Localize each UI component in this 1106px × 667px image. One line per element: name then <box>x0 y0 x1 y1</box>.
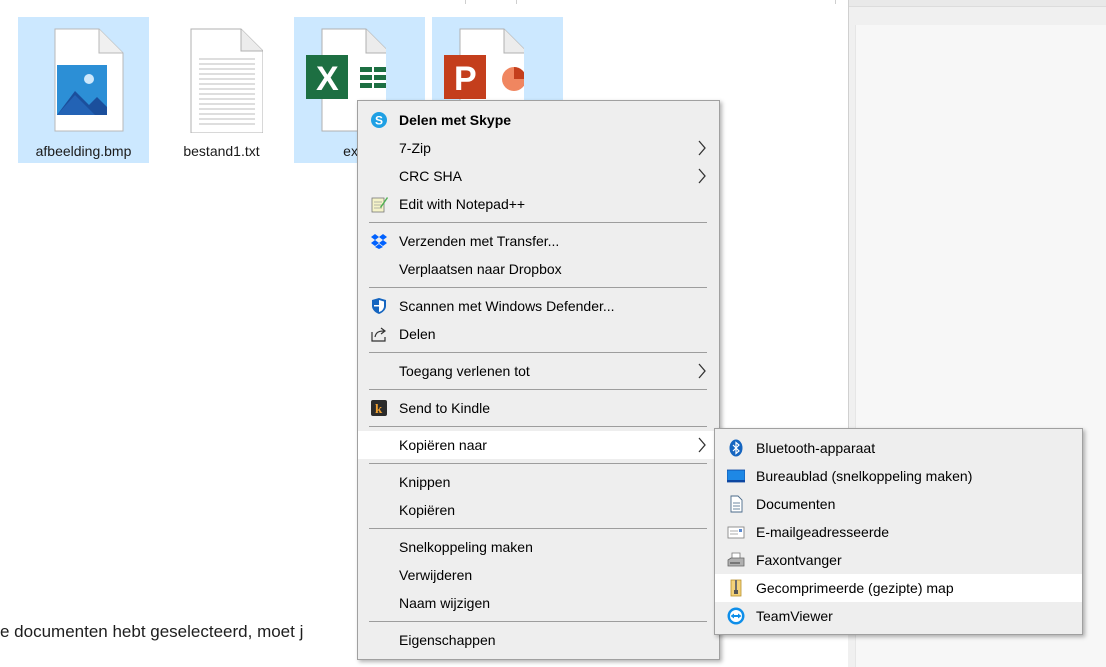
submenu-item-documents[interactable]: Documenten <box>715 490 1082 518</box>
menu-item-label: Kopiëren <box>399 502 456 518</box>
text-file-icon <box>190 28 263 133</box>
menu-item-crc-sha[interactable]: CRC SHA <box>358 162 719 190</box>
notepad-icon <box>371 197 388 213</box>
menu-item-label: Verplaatsen naar Dropbox <box>399 261 562 277</box>
menu-item-copy-to[interactable]: Kopiëren naar <box>358 431 719 459</box>
bluetooth-icon <box>729 439 743 457</box>
menu-item-copy[interactable]: Kopiëren <box>358 496 719 524</box>
column-divider <box>835 0 836 4</box>
menu-item-create-shortcut[interactable]: Snelkoppeling maken <box>358 533 719 561</box>
chevron-right-icon <box>698 363 706 379</box>
image-file-icon <box>54 28 124 132</box>
menu-item-grant-access[interactable]: Toegang verlenen tot <box>358 357 719 385</box>
file-name: bestand1.txt <box>183 143 260 159</box>
menu-item-edit-notepad[interactable]: Edit with Notepad++ <box>358 190 719 218</box>
submenu-item-label: Gecomprimeerde (gezipte) map <box>756 580 954 596</box>
menu-item-label: Verwijderen <box>399 567 473 583</box>
submenu-item-label: E-mailgeadresseerde <box>756 524 890 540</box>
menu-item-cut[interactable]: Knippen <box>358 468 719 496</box>
menu-separator <box>369 287 707 288</box>
menu-item-label: Eigenschappen <box>399 632 496 648</box>
submenu-item-label: Faxontvanger <box>756 552 842 568</box>
menu-item-label: 7-Zip <box>399 140 431 156</box>
column-divider <box>465 0 466 4</box>
svg-text:P: P <box>454 60 477 98</box>
menu-item-share-skype[interactable]: S Delen met Skype <box>358 106 719 134</box>
menu-separator <box>369 389 707 390</box>
chevron-right-icon <box>698 140 706 156</box>
svg-text:S: S <box>375 114 383 128</box>
menu-separator <box>369 426 707 427</box>
window-top-edge <box>848 0 1106 7</box>
skype-icon: S <box>371 112 387 128</box>
file-bestand1-txt[interactable]: bestand1.txt <box>156 17 287 163</box>
svg-text:X: X <box>316 60 339 98</box>
menu-item-label: Scannen met Windows Defender... <box>399 298 615 314</box>
menu-item-properties[interactable]: Eigenschappen <box>358 626 719 654</box>
fax-icon <box>727 552 745 567</box>
share-icon <box>371 327 386 342</box>
copy-to-submenu: Bluetooth-apparaat Bureaublad (snelkoppe… <box>714 428 1083 635</box>
context-menu: S Delen met Skype 7-Zip CRC SHA Edit wit… <box>357 100 720 660</box>
menu-separator <box>369 621 707 622</box>
teamviewer-icon <box>727 607 745 625</box>
menu-item-label: CRC SHA <box>399 168 463 184</box>
menu-item-label: Naam wijzigen <box>399 595 491 611</box>
menu-item-scan-defender[interactable]: Scannen met Windows Defender... <box>358 292 719 320</box>
menu-item-label: Delen met Skype <box>399 112 512 128</box>
file-afbeelding-bmp[interactable]: afbeelding.bmp <box>18 17 149 163</box>
desktop-icon <box>727 469 745 483</box>
defender-shield-icon <box>372 298 386 314</box>
submenu-item-label: TeamViewer <box>756 608 833 624</box>
column-divider <box>516 0 517 4</box>
documents-icon <box>730 495 743 513</box>
background-document-text: e documenten hebt geselecteerd, moet j <box>0 622 304 641</box>
menu-separator <box>369 463 707 464</box>
submenu-item-teamviewer[interactable]: TeamViewer <box>715 602 1082 630</box>
menu-item-label: Verzenden met Transfer... <box>399 233 560 249</box>
menu-separator <box>369 352 707 353</box>
menu-item-move-dropbox[interactable]: Verplaatsen naar Dropbox <box>358 255 719 283</box>
menu-item-send-kindle[interactable]: k Send to Kindle <box>358 394 719 422</box>
menu-item-label: Send to Kindle <box>399 400 491 416</box>
menu-item-7zip[interactable]: 7-Zip <box>358 134 719 162</box>
menu-separator <box>369 222 707 223</box>
submenu-item-zip-folder[interactable]: Gecomprimeerde (gezipte) map <box>715 574 1082 602</box>
dropbox-icon <box>371 234 387 249</box>
menu-item-label: Knippen <box>399 474 451 490</box>
menu-separator <box>369 528 707 529</box>
chevron-right-icon <box>698 168 706 184</box>
menu-item-label: Delen <box>399 326 436 342</box>
menu-item-label: Kopiëren naar <box>399 437 487 453</box>
zip-folder-icon <box>730 579 742 597</box>
menu-item-delete[interactable]: Verwijderen <box>358 561 719 589</box>
menu-item-label: Toegang verlenen tot <box>399 363 530 379</box>
chevron-right-icon <box>698 437 706 453</box>
mail-icon <box>727 526 745 539</box>
submenu-item-label: Bureaublad (snelkoppeling maken) <box>756 468 973 484</box>
submenu-item-desktop[interactable]: Bureaublad (snelkoppeling maken) <box>715 462 1082 490</box>
submenu-item-mail-recipient[interactable]: E-mailgeadresseerde <box>715 518 1082 546</box>
menu-item-share[interactable]: Delen <box>358 320 719 348</box>
menu-item-rename[interactable]: Naam wijzigen <box>358 589 719 617</box>
submenu-item-fax[interactable]: Faxontvanger <box>715 546 1082 574</box>
menu-item-label: Snelkoppeling maken <box>399 539 533 555</box>
kindle-icon: k <box>371 400 387 416</box>
submenu-item-label: Documenten <box>756 496 836 512</box>
submenu-item-bluetooth[interactable]: Bluetooth-apparaat <box>715 434 1082 462</box>
menu-item-label: Edit with Notepad++ <box>399 196 526 212</box>
svg-text:k: k <box>375 401 383 416</box>
menu-item-send-transfer[interactable]: Verzenden met Transfer... <box>358 227 719 255</box>
submenu-item-label: Bluetooth-apparaat <box>756 440 876 456</box>
file-name: afbeelding.bmp <box>35 143 132 159</box>
